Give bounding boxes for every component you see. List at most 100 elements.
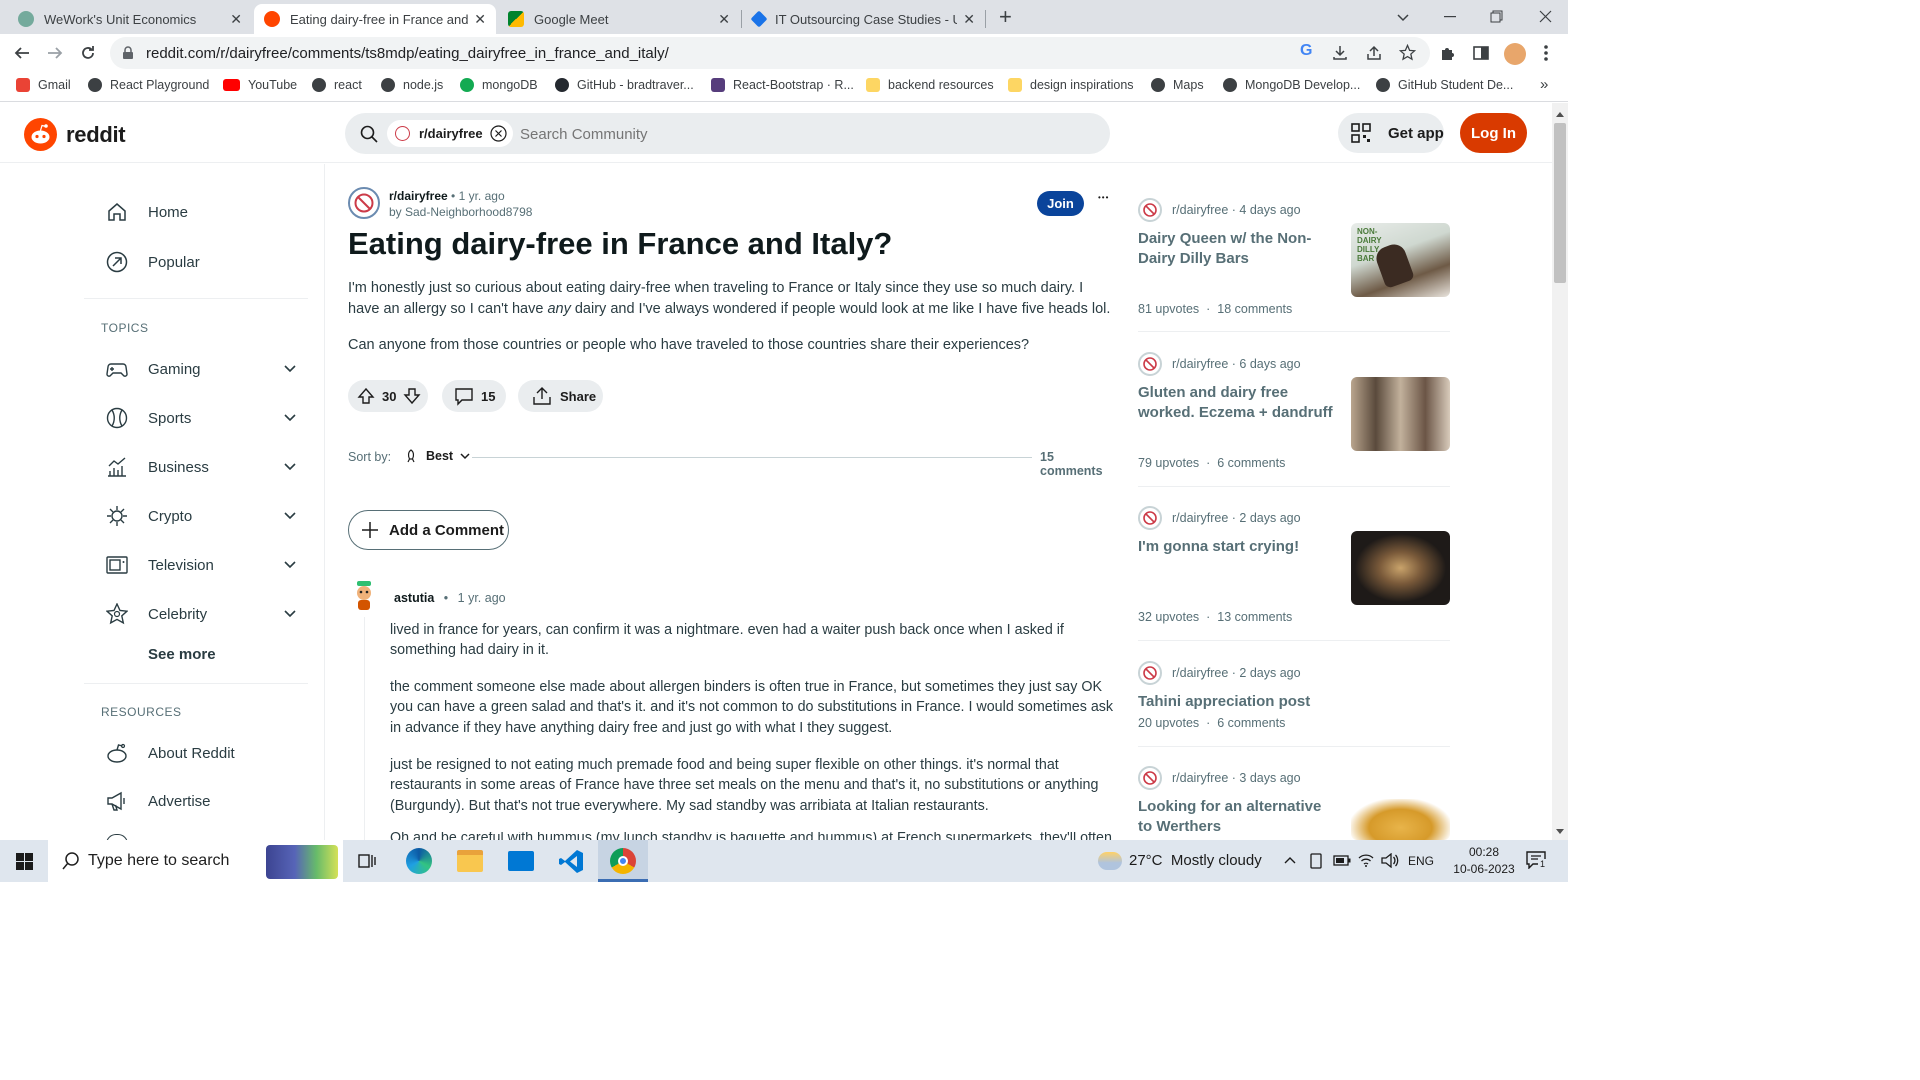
topic-crypto[interactable]: Crypto (106, 505, 306, 527)
site-info-icon[interactable] (122, 46, 134, 60)
wifi-icon[interactable] (1358, 853, 1374, 867)
reddit-logo[interactable]: reddit (24, 118, 126, 151)
food-photo-thumbnail[interactable] (1351, 531, 1450, 605)
scrollbar-thumb[interactable] (1554, 123, 1566, 283)
language-indicator[interactable]: ENG (1408, 854, 1434, 868)
task-view-icon[interactable] (358, 852, 376, 870)
tab-google-meet[interactable]: Google Meet ✕ (498, 4, 740, 34)
subreddit-name[interactable]: r/dairyfree (1172, 666, 1228, 680)
comment-author[interactable]: astutia (394, 591, 434, 605)
downvote-arrow-icon[interactable] (403, 387, 422, 405)
bookmark-nodejs[interactable]: node.js (381, 78, 443, 92)
eczema-photo-thumbnail[interactable] (1351, 377, 1450, 451)
post-author[interactable]: by Sad-Neighborhood8798 (389, 205, 532, 219)
weather-cloud-icon[interactable] (1098, 852, 1122, 870)
volume-icon[interactable] (1381, 853, 1399, 868)
close-window-icon[interactable] (1539, 10, 1552, 23)
extensions-puzzle-icon[interactable] (1440, 45, 1456, 61)
dilly-bar-thumbnail[interactable]: NON-DAIRY DILLY BAR (1351, 223, 1450, 297)
back-arrow-icon[interactable] (14, 45, 30, 61)
page-scrollbar[interactable] (1552, 103, 1568, 840)
nav-home[interactable]: Home (106, 201, 188, 223)
bookmark-mongodb-developer[interactable]: MongoDB Develop... (1223, 78, 1360, 92)
candy-photo-thumbnail[interactable] (1351, 799, 1450, 840)
share-button[interactable]: Share (518, 380, 603, 412)
scroll-down-arrow-icon[interactable] (1556, 829, 1564, 834)
notification-center-button[interactable]: 1 (1526, 851, 1548, 869)
tab-wework[interactable]: WeWork's Unit Economics ✕ (8, 4, 252, 34)
bookmark-maps[interactable]: Maps (1151, 78, 1204, 92)
join-button[interactable]: Join (1037, 191, 1084, 216)
device-icon[interactable] (1309, 853, 1323, 869)
resource-advertise[interactable]: Advertise (106, 790, 211, 812)
tray-chevron-up-icon[interactable] (1284, 856, 1296, 864)
reload-icon[interactable] (80, 45, 96, 61)
weather-text[interactable]: 27°C Mostly cloudy (1129, 852, 1262, 869)
search-input[interactable] (520, 123, 1080, 145)
address-bar[interactable]: reddit.com/r/dairyfree/comments/ts8mdp/e… (110, 37, 1430, 69)
bookmark-mongodb[interactable]: mongoDB (460, 78, 538, 92)
scroll-up-arrow-icon[interactable] (1556, 112, 1564, 117)
tab-it-outsourcing[interactable]: IT Outsourcing Case Studies - US ✕ (743, 4, 985, 34)
remove-chip-icon[interactable] (489, 125, 507, 142)
bookmark-react-bootstrap[interactable]: React-Bootstrap · R... (711, 78, 854, 92)
vscode-icon[interactable] (559, 849, 584, 874)
tab-close-icon[interactable]: ✕ (474, 11, 486, 28)
related-post-title[interactable]: Gluten and dairy free worked. Eczema + d… (1138, 383, 1338, 423)
resource-about-reddit[interactable]: About Reddit (106, 742, 235, 764)
chevron-down-icon[interactable] (284, 463, 296, 471)
subreddit-link[interactable]: r/dairyfree (389, 189, 448, 203)
restore-icon[interactable] (1490, 10, 1503, 23)
subreddit-name[interactable]: r/dairyfree (1172, 357, 1228, 371)
chevron-down-icon[interactable] (284, 610, 296, 618)
subreddit-name[interactable]: r/dairyfree (1172, 511, 1228, 525)
tab-close-icon[interactable]: ✕ (718, 11, 730, 28)
topic-television[interactable]: Television (106, 554, 306, 576)
bookmark-star-icon[interactable] (1399, 44, 1416, 61)
install-app-icon[interactable] (1332, 45, 1348, 61)
related-post-title[interactable]: I'm gonna start crying! (1138, 537, 1338, 557)
taskbar-search-box[interactable]: Type here to search (48, 840, 343, 882)
add-comment-button[interactable]: Add a Comment (348, 510, 509, 550)
chevron-down-icon[interactable] (284, 561, 296, 569)
bookmark-backend-resources[interactable]: backend resources (866, 78, 994, 92)
subreddit-avatar[interactable] (348, 187, 380, 219)
bookmark-design-inspirations[interactable]: design inspirations (1008, 78, 1134, 92)
upvote-arrow-icon[interactable] (357, 387, 375, 405)
login-button[interactable]: Log In (1460, 113, 1527, 153)
see-more-link[interactable]: See more (148, 646, 216, 663)
subreddit-name[interactable]: r/dairyfree (1172, 771, 1228, 785)
share-page-icon[interactable] (1366, 45, 1382, 61)
edge-browser-icon[interactable] (406, 848, 432, 874)
windows-start-icon[interactable] (16, 853, 33, 870)
related-post-title[interactable]: Looking for an alternative to Werthers (1138, 797, 1338, 837)
clock[interactable]: 00:28 10-06-2023 (1446, 844, 1522, 878)
nav-popular[interactable]: Popular (106, 251, 200, 273)
chevron-down-icon[interactable] (284, 414, 296, 422)
chevron-down-icon[interactable] (284, 512, 296, 520)
topic-business[interactable]: Business (106, 456, 306, 478)
related-post-title[interactable]: Tahini appreciation post (1138, 692, 1398, 712)
forward-arrow-icon[interactable] (47, 45, 63, 61)
search-bar[interactable]: r/dairyfree (345, 113, 1110, 154)
post-overflow-menu[interactable]: ••• (1098, 193, 1109, 202)
bookmark-github-bradtraversy[interactable]: GitHub - bradtraver... (555, 78, 694, 92)
new-tab-button[interactable]: + (999, 4, 1012, 30)
sort-dropdown[interactable]: Best (404, 449, 470, 463)
more-bookmarks-button[interactable]: » (1540, 76, 1548, 93)
tab-search-chevron-icon[interactable] (1396, 10, 1410, 24)
comments-button[interactable]: 15 (442, 380, 506, 412)
bookmark-react[interactable]: react (312, 78, 362, 92)
tab-close-icon[interactable]: ✕ (230, 11, 242, 28)
side-panel-icon[interactable] (1473, 45, 1489, 61)
chrome-menu-icon[interactable] (1544, 44, 1548, 62)
topic-gaming[interactable]: Gaming (106, 358, 306, 380)
google-lens-icon[interactable]: G (1300, 42, 1312, 60)
subreddit-name[interactable]: r/dairyfree (1172, 203, 1228, 217)
chevron-down-icon[interactable] (284, 365, 296, 373)
profile-avatar[interactable] (1504, 43, 1526, 65)
mail-icon[interactable] (508, 851, 534, 871)
tab-reddit-active[interactable]: Eating dairy-free in France and It ✕ (254, 4, 496, 34)
bookmark-youtube[interactable]: YouTube (223, 78, 297, 92)
get-app-button[interactable]: Get app (1338, 113, 1444, 153)
